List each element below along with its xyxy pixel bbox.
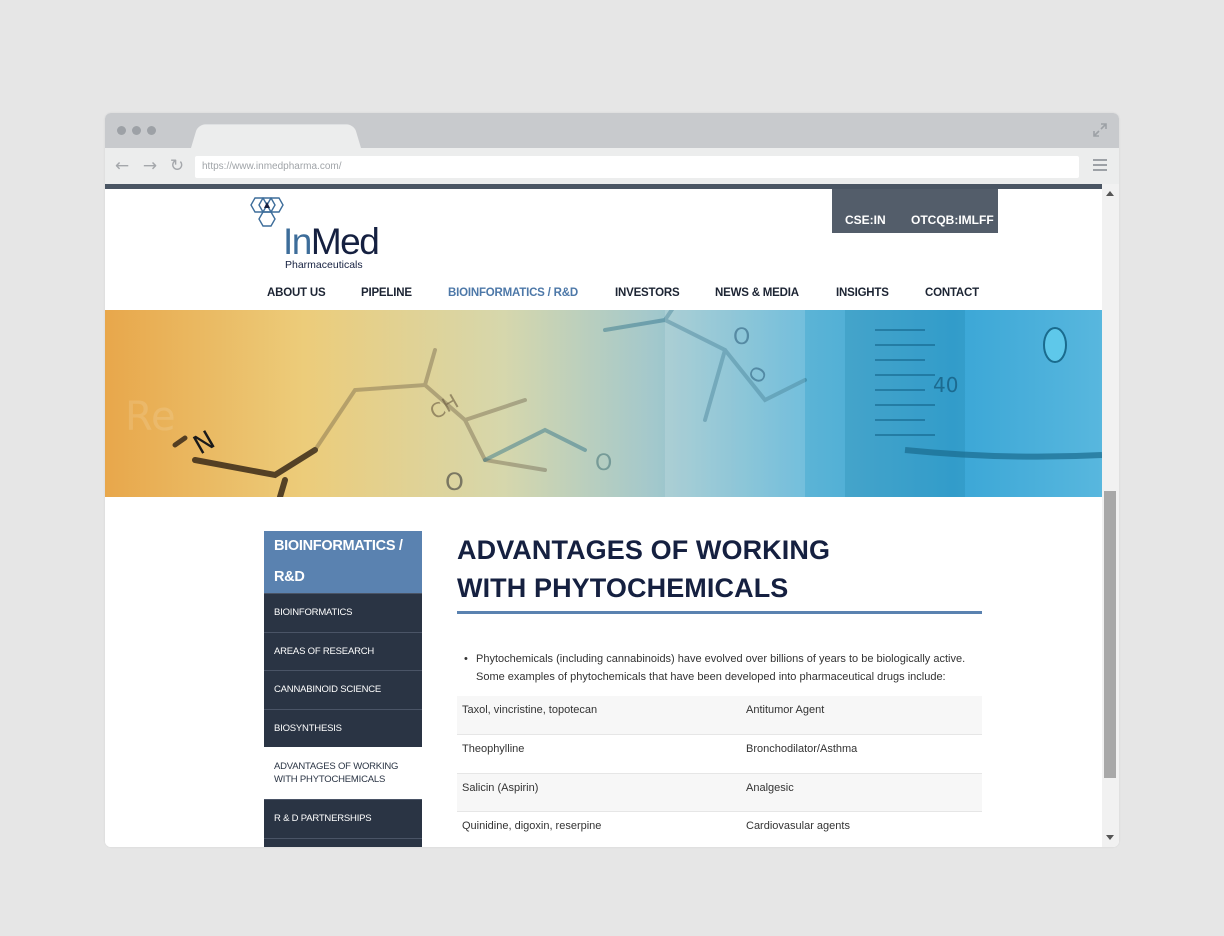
hero-mol-label-re: Re xyxy=(125,394,176,440)
drug-use-cell: Cardiovasular agents xyxy=(746,820,850,832)
page-title-line1: ADVANTAGES OF WORKING xyxy=(457,535,831,565)
hero-banner-image: N CH O O O O 40 Re xyxy=(105,310,1102,497)
forward-arrow-icon[interactable]: → xyxy=(141,157,159,175)
back-arrow-icon[interactable]: ← xyxy=(113,157,131,175)
table-row: Taxol, vincristine, topotecan Antitumor … xyxy=(457,696,982,735)
nav-bioinformatics[interactable]: BIOINFORMATICS / R&D xyxy=(448,287,578,299)
logo-med-text: Med xyxy=(310,221,380,262)
table-row: Quinidine, digoxin, reserpine Cardiovasu… xyxy=(457,812,982,848)
hero-mol-label-ch: CH xyxy=(426,389,463,424)
hero-mol-label-n: N xyxy=(189,425,221,461)
scroll-thumb[interactable] xyxy=(1104,491,1116,778)
sidebar-item-biosynthesis[interactable]: BIOSYNTHESIS xyxy=(264,708,422,747)
hamburger-menu-icon[interactable] xyxy=(1093,159,1107,173)
sidebar-item-areas-of-research[interactable]: AREAS OF RESEARCH xyxy=(264,631,422,670)
window-dot-close[interactable] xyxy=(117,126,126,135)
main-content: ADVANTAGES OF WORKING WITH PHYTOCHEMICAL… xyxy=(457,531,982,847)
scroll-down-arrow-icon[interactable] xyxy=(1106,835,1114,840)
sidebar-item-rd-partnerships[interactable]: R & D PARTNERSHIPS xyxy=(264,799,422,838)
inmed-logo[interactable]: InMed Pharmaceuticals xyxy=(247,196,397,271)
page-title-line2: WITH PHYTOCHEMICALS xyxy=(457,573,789,603)
sidebar-item-bioinformatics[interactable]: BIOINFORMATICS xyxy=(264,593,422,632)
sidebar-item-cannabinoid-science[interactable]: CANNABINOID SCIENCE xyxy=(264,670,422,709)
drug-use-cell: Analgesic xyxy=(746,781,794,794)
ticker-otcqb[interactable]: OTCQB:IMLFF xyxy=(911,213,994,227)
table-row: Salicin (Aspirin) Analgesic xyxy=(457,773,982,812)
browser-titlebar xyxy=(105,113,1119,148)
nav-pipeline[interactable]: PIPELINE xyxy=(361,287,412,299)
logo-wordmark: InMed xyxy=(283,221,380,262)
hero-mol-label-o3: O xyxy=(733,325,750,350)
hero-mol-label-o2: O xyxy=(595,451,612,476)
section-sidebar: BIOINFORMATICS / R&D BIOINFORMATICS AREA… xyxy=(264,531,422,847)
browser-window: ← → ↻ https://www.inmedpharma.com/ InMed… xyxy=(105,113,1119,847)
sidebar-title[interactable]: BIOINFORMATICS / R&D xyxy=(264,531,422,593)
drug-use-cell: Antitumor Agent xyxy=(746,704,825,716)
reload-icon[interactable]: ↻ xyxy=(168,157,186,175)
page-title: ADVANTAGES OF WORKING WITH PHYTOCHEMICAL… xyxy=(457,531,982,614)
scroll-up-arrow-icon[interactable] xyxy=(1106,191,1114,196)
nav-about-us[interactable]: ABOUT US xyxy=(267,287,326,299)
drug-use-cell: Bronchodilator/Asthma xyxy=(746,743,858,755)
drug-name-cell: Theophylline xyxy=(462,743,525,755)
hero-scale-label: 40 xyxy=(933,373,958,397)
drug-name-cell: Taxol, vincristine, topotecan xyxy=(462,704,598,716)
intro-bullet: Phytochemicals (including cannabinoids) … xyxy=(457,650,982,686)
page-scrollbar[interactable] xyxy=(1102,184,1119,847)
logo-in-text: In xyxy=(283,221,312,262)
nav-contact[interactable]: CONTACT xyxy=(925,287,979,299)
window-dot-minimize[interactable] xyxy=(132,126,141,135)
url-bar[interactable]: https://www.inmedpharma.com/ xyxy=(195,156,1079,178)
drug-table: Taxol, vincristine, topotecan Antitumor … xyxy=(457,696,982,847)
expand-icon[interactable] xyxy=(1093,123,1107,137)
table-row: Theophylline Bronchodilator/Asthma xyxy=(457,735,982,773)
main-navigation: ABOUT US PIPELINE BIOINFORMATICS / R&D I… xyxy=(105,287,1102,307)
stock-ticker-box: CSE:IN OTCQB:IMLFF xyxy=(832,189,998,233)
sidebar-item-next[interactable] xyxy=(264,837,422,847)
sidebar-item-advantages[interactable]: ADVANTAGES OF WORKING WITH PHYTOCHEMICAL… xyxy=(264,747,422,799)
drug-name-cell: Salicin (Aspirin) xyxy=(462,781,539,794)
browser-toolbar: ← → ↻ https://www.inmedpharma.com/ xyxy=(105,148,1119,184)
nav-investors[interactable]: INVESTORS xyxy=(615,287,680,299)
hero-mol-label-o1: O xyxy=(445,468,464,496)
page-viewport: InMed Pharmaceuticals CSE:IN OTCQB:IMLFF… xyxy=(105,184,1102,847)
ticker-cse[interactable]: CSE:IN xyxy=(845,213,886,227)
nav-insights[interactable]: INSIGHTS xyxy=(836,287,889,299)
nav-news-media[interactable]: NEWS & MEDIA xyxy=(715,287,799,299)
drug-name-cell: Quinidine, digoxin, reserpine xyxy=(462,820,602,832)
browser-tab[interactable] xyxy=(191,124,361,148)
window-dot-maximize[interactable] xyxy=(147,126,156,135)
logo-subtitle: Pharmaceuticals xyxy=(285,259,363,271)
